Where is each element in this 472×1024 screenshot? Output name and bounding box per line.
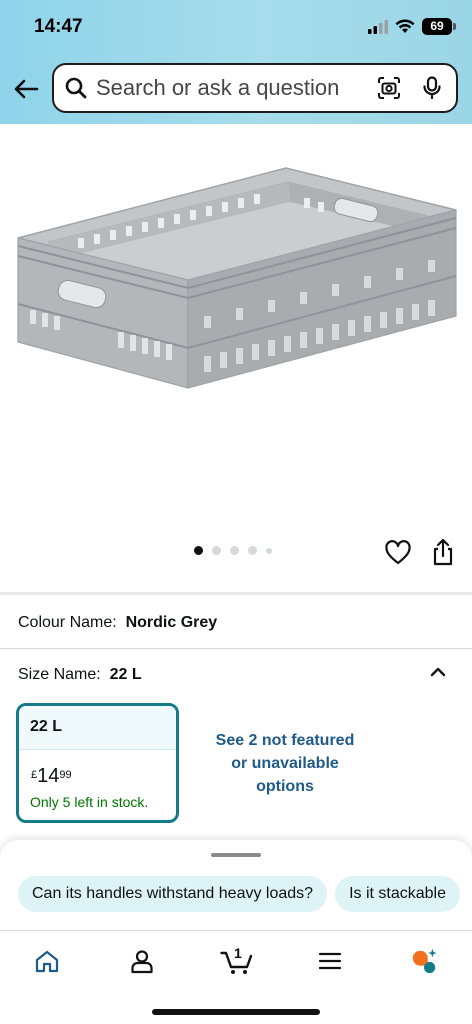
colour-row: Colour Name: Nordic Grey bbox=[18, 614, 217, 632]
wifi-icon bbox=[395, 19, 415, 33]
home-icon bbox=[35, 950, 59, 973]
product-gallery[interactable] bbox=[0, 124, 472, 592]
arrow-left-icon bbox=[14, 79, 39, 99]
tab-account[interactable] bbox=[128, 947, 156, 975]
colour-label: Colour Name: bbox=[18, 614, 117, 631]
see-more-line: or unavailable bbox=[231, 755, 339, 772]
divider bbox=[0, 648, 472, 649]
price-fraction: 99 bbox=[59, 769, 72, 781]
share-icon[interactable] bbox=[430, 538, 456, 566]
suggestion-chips: Can its handles withstand heavy loads? I… bbox=[18, 876, 460, 912]
see-more-line: See 2 not featured bbox=[215, 732, 355, 749]
sheet-grabber[interactable] bbox=[211, 853, 261, 857]
tab-cart[interactable]: 1 bbox=[220, 945, 254, 975]
search-bar[interactable]: Search or ask a question bbox=[52, 63, 458, 113]
image-pagination[interactable] bbox=[194, 546, 272, 555]
size-option-name: 22 L bbox=[19, 706, 176, 750]
search-icon bbox=[64, 76, 88, 100]
header: 14:47 69 Search or ask a question bbox=[0, 0, 472, 124]
see-more-options-link[interactable]: See 2 not featured or unavailable option… bbox=[196, 729, 374, 798]
account-icon bbox=[131, 950, 153, 974]
signal-icon bbox=[368, 19, 388, 34]
back-button[interactable] bbox=[10, 73, 42, 105]
suggestion-chip[interactable]: Is it stackable bbox=[335, 876, 460, 912]
tab-rufus[interactable] bbox=[410, 947, 438, 975]
status-icons: 69 bbox=[368, 18, 456, 35]
tab-bar: 1 bbox=[0, 930, 472, 1024]
pagination-dot[interactable] bbox=[248, 546, 257, 555]
pagination-dot[interactable] bbox=[230, 546, 239, 555]
see-more-line: options bbox=[256, 778, 314, 795]
stock-status: Only 5 left in stock. bbox=[30, 794, 149, 810]
pagination-dot[interactable] bbox=[266, 547, 272, 554]
chevron-up-icon[interactable] bbox=[428, 662, 448, 682]
cart-count: 1 bbox=[234, 945, 242, 961]
heart-icon[interactable] bbox=[385, 540, 411, 566]
tab-home[interactable] bbox=[33, 947, 61, 975]
tab-menu[interactable] bbox=[316, 947, 344, 975]
price: £ 14 99 bbox=[31, 766, 72, 786]
size-option-card[interactable]: 22 L £ 14 99 Only 5 left in stock. bbox=[16, 703, 179, 823]
pagination-dot[interactable] bbox=[194, 546, 203, 555]
camera-icon[interactable] bbox=[376, 75, 402, 101]
search-input[interactable]: Search or ask a question bbox=[96, 75, 376, 101]
microphone-icon[interactable] bbox=[420, 75, 444, 101]
section-divider bbox=[0, 592, 472, 595]
pagination-dot[interactable] bbox=[212, 546, 221, 555]
size-label: Size Name: bbox=[18, 666, 101, 683]
product-image[interactable] bbox=[8, 166, 464, 402]
menu-icon bbox=[318, 952, 342, 970]
colour-value: Nordic Grey bbox=[125, 614, 218, 631]
battery-icon: 69 bbox=[422, 18, 456, 35]
price-whole: 14 bbox=[37, 765, 60, 787]
status-time: 14:47 bbox=[34, 16, 83, 37]
home-indicator bbox=[152, 1009, 320, 1015]
size-row[interactable]: Size Name: 22 L bbox=[18, 666, 142, 684]
suggestion-chip[interactable]: Can its handles withstand heavy loads? bbox=[18, 876, 328, 912]
rufus-icon bbox=[412, 948, 437, 974]
size-value: 22 L bbox=[109, 666, 142, 683]
